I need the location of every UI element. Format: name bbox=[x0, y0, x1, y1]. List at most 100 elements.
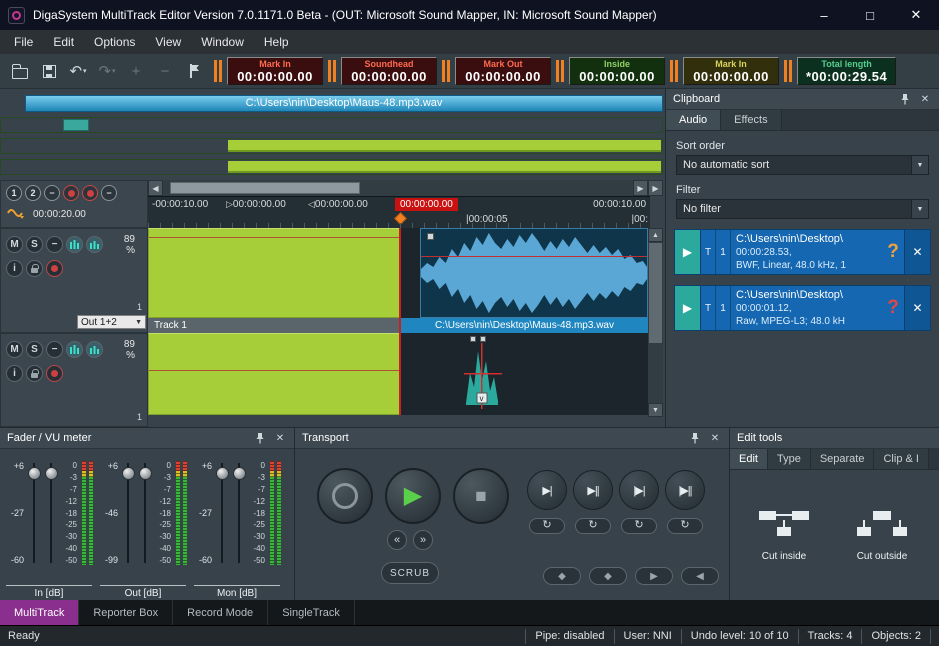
record-enable-button[interactable] bbox=[46, 260, 63, 277]
play-between-marks-button[interactable]: |▶|| bbox=[665, 470, 705, 510]
solo-button[interactable]: S bbox=[26, 341, 43, 358]
audio-clip-green[interactable] bbox=[148, 333, 401, 415]
pin-icon[interactable] bbox=[253, 431, 267, 445]
marker-button[interactable]: ◆ bbox=[589, 567, 627, 585]
page-right-button[interactable]: ▶ bbox=[648, 180, 663, 196]
overview-clip-green[interactable] bbox=[228, 140, 661, 152]
clipboard-item[interactable]: ▶ T 1 C:\Users\nin\Desktop\ 00:00:01.12,… bbox=[674, 285, 931, 331]
clipboard-item[interactable]: ▶ T 1 C:\Users\nin\Desktop\ 00:00:28.53,… bbox=[674, 229, 931, 275]
cut-outside-button[interactable]: Cut outside bbox=[836, 478, 928, 570]
skip-back-button[interactable]: « bbox=[387, 530, 407, 550]
fader-knob[interactable] bbox=[45, 467, 58, 480]
menu-file[interactable]: File bbox=[4, 32, 43, 52]
lock-track-button[interactable] bbox=[26, 365, 43, 382]
overview-clip-green[interactable] bbox=[228, 161, 661, 173]
clip-file-label[interactable]: C:\Users\nin\Desktop\Maus-48.mp3.wav bbox=[401, 318, 648, 333]
scroll-down-button[interactable]: ▼ bbox=[648, 403, 663, 417]
clipboard-drop-preview[interactable]: v bbox=[464, 343, 502, 409]
loop-button[interactable]: ↻ bbox=[621, 518, 657, 534]
fader-knob[interactable] bbox=[216, 467, 229, 480]
play-to-mark-out-button[interactable]: |▶| bbox=[619, 470, 659, 510]
record-pause-button[interactable] bbox=[82, 185, 98, 201]
skip-forward-button[interactable]: » bbox=[413, 530, 433, 550]
undo-button[interactable]: ↶▾ bbox=[64, 58, 92, 85]
mute-button[interactable]: M bbox=[6, 341, 23, 358]
track-info-button[interactable]: i bbox=[6, 260, 23, 277]
tab-audio[interactable]: Audio bbox=[666, 110, 721, 130]
overview-file-bar[interactable]: C:\Users\nin\Desktop\Maus-48.mp3.wav bbox=[25, 95, 663, 112]
vu-meter-toggle-2[interactable] bbox=[86, 341, 103, 358]
remove-clip-button[interactable]: ✕ bbox=[904, 286, 930, 330]
record-button[interactable] bbox=[317, 468, 373, 524]
lock-track-button[interactable] bbox=[26, 260, 43, 277]
scrollbar-track[interactable] bbox=[163, 180, 633, 196]
vu-meter-toggle[interactable] bbox=[66, 341, 83, 358]
redo-button[interactable]: ↷▾ bbox=[93, 58, 121, 85]
cut-inside-button[interactable]: Cut inside bbox=[738, 478, 830, 570]
save-button[interactable] bbox=[35, 58, 63, 85]
tab-multitrack[interactable]: MultiTrack bbox=[0, 600, 79, 625]
fader-slider[interactable] bbox=[140, 461, 151, 565]
collapse-button[interactable]: − bbox=[44, 185, 60, 201]
scrollbar-thumb[interactable] bbox=[170, 182, 360, 194]
track-info-button[interactable]: i bbox=[6, 365, 23, 382]
tab-type[interactable]: Type bbox=[768, 449, 811, 469]
menu-help[interactable]: Help bbox=[254, 32, 299, 52]
layout-2-button[interactable]: 2 bbox=[25, 185, 41, 201]
zoom-out-button[interactable]: − bbox=[151, 58, 179, 85]
scroll-left-button[interactable]: ◀ bbox=[148, 180, 163, 196]
track-name-label[interactable]: Track 1 bbox=[148, 318, 401, 333]
sort-order-select[interactable]: No automatic sort ▼ bbox=[676, 155, 929, 175]
envelope-line[interactable] bbox=[421, 256, 647, 257]
play-from-mark-in-button[interactable]: ▶| bbox=[527, 470, 567, 510]
pin-icon[interactable] bbox=[898, 92, 912, 106]
loop-button[interactable]: ↻ bbox=[575, 518, 611, 534]
marker-add-button[interactable]: ◆ bbox=[543, 567, 581, 585]
layout-1-button[interactable]: 1 bbox=[6, 185, 22, 201]
fader-slider[interactable] bbox=[123, 461, 134, 565]
close-panel-button[interactable]: ✕ bbox=[708, 431, 722, 445]
fader-knob[interactable] bbox=[139, 467, 152, 480]
menu-options[interactable]: Options bbox=[84, 32, 145, 52]
minimize-button[interactable]: – bbox=[801, 0, 847, 30]
edit-marker-handle[interactable] bbox=[470, 336, 476, 342]
fader-slider[interactable] bbox=[46, 461, 57, 565]
step-forward-button[interactable]: ▶ bbox=[635, 567, 673, 585]
fader-slider[interactable] bbox=[234, 461, 245, 565]
time-ruler[interactable]: -00:00:10.00 ▷00:00:00.00 ◁00:00:00.00 0… bbox=[148, 196, 650, 228]
remove-clip-button[interactable]: ✕ bbox=[904, 230, 930, 274]
pin-icon[interactable] bbox=[688, 431, 702, 445]
scrollbar-thumb[interactable] bbox=[649, 243, 662, 343]
solo-button[interactable]: S bbox=[26, 236, 43, 253]
track2-lane[interactable]: v bbox=[148, 333, 648, 415]
close-panel-button[interactable]: ✕ bbox=[273, 431, 287, 445]
menu-view[interactable]: View bbox=[145, 32, 191, 52]
fader-slider[interactable] bbox=[217, 461, 228, 565]
tab-clip[interactable]: Clip & I bbox=[874, 449, 928, 469]
close-panel-button[interactable]: ✕ bbox=[918, 92, 932, 106]
playhead-marker-icon[interactable] bbox=[394, 212, 407, 225]
tab-effects[interactable]: Effects bbox=[721, 110, 781, 130]
collapse-track-button[interactable]: − bbox=[46, 341, 63, 358]
tab-record-mode[interactable]: Record Mode bbox=[173, 600, 268, 625]
vu-meter-toggle-2[interactable] bbox=[86, 236, 103, 253]
playhead-line[interactable] bbox=[399, 228, 401, 415]
minimize-tracks-button[interactable]: − bbox=[101, 185, 117, 201]
tab-singletrack[interactable]: SingleTrack bbox=[268, 600, 355, 625]
scrub-button[interactable]: SCRUB bbox=[381, 562, 439, 584]
tab-separate[interactable]: Separate bbox=[811, 449, 875, 469]
collapse-track-button[interactable]: − bbox=[46, 236, 63, 253]
marker-tool-button[interactable] bbox=[180, 58, 208, 85]
loop-button[interactable]: ↻ bbox=[667, 518, 703, 534]
record-enable-button[interactable] bbox=[46, 365, 63, 382]
fader-knob[interactable] bbox=[233, 467, 246, 480]
maximize-button[interactable]: □ bbox=[847, 0, 893, 30]
zoom-in-button[interactable]: + bbox=[122, 58, 150, 85]
play-clip-button[interactable]: ▶ bbox=[675, 230, 701, 274]
audio-clip-green[interactable] bbox=[148, 228, 401, 318]
play-clip-button[interactable]: ▶ bbox=[675, 286, 701, 330]
open-button[interactable] bbox=[6, 58, 34, 85]
menu-edit[interactable]: Edit bbox=[43, 32, 84, 52]
menu-window[interactable]: Window bbox=[191, 32, 254, 52]
fader-knob[interactable] bbox=[122, 467, 135, 480]
